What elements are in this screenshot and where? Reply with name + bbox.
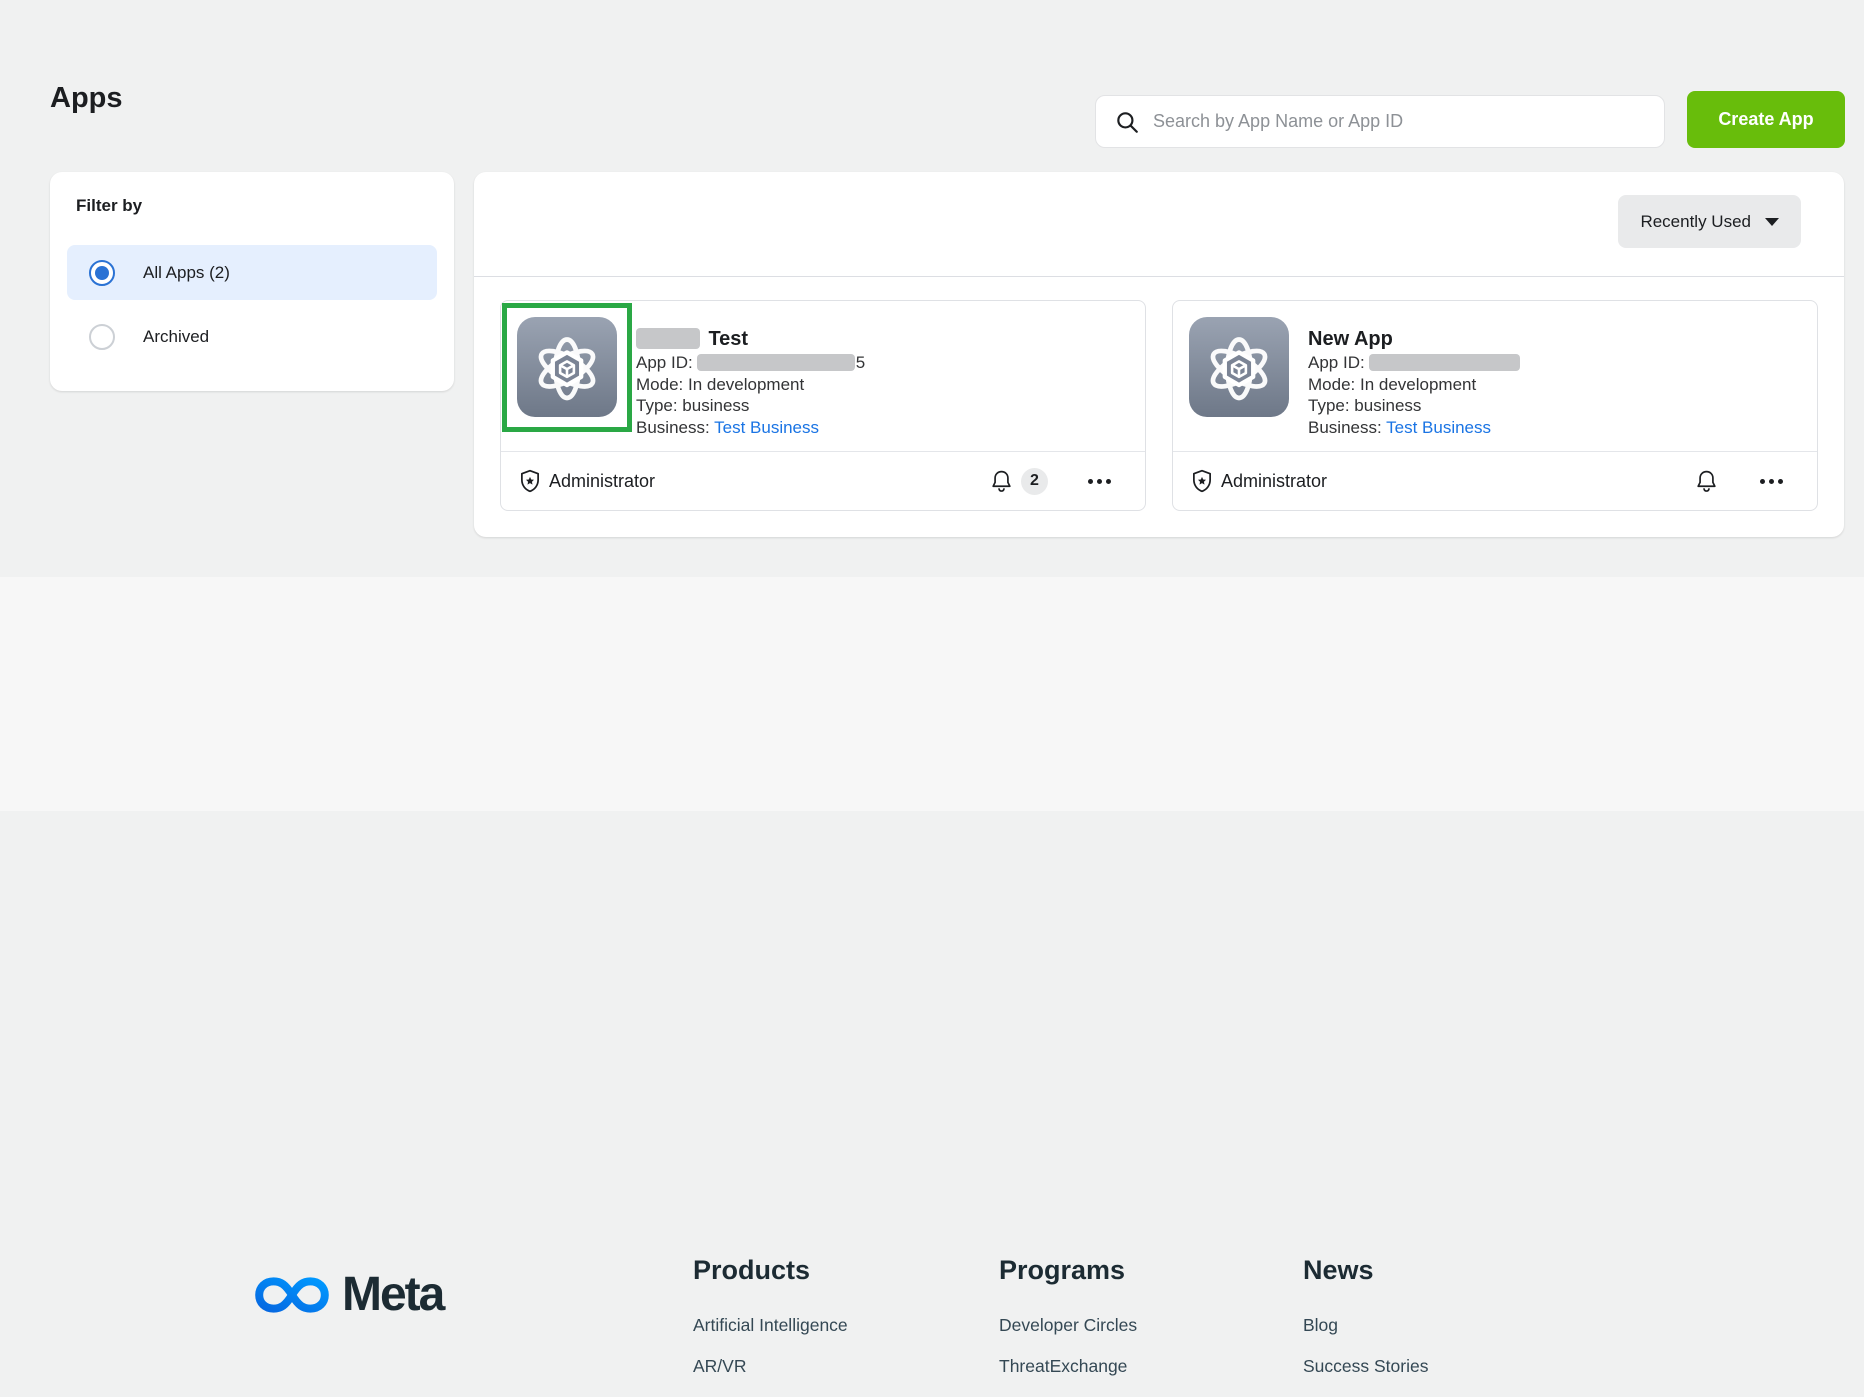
role-badge: Administrator — [517, 468, 655, 494]
app-type-line: Type: business — [636, 395, 865, 417]
app-name-text: Test — [708, 328, 748, 350]
apps-panel-header: Recently Used — [474, 172, 1844, 277]
notifications-button[interactable] — [1693, 468, 1720, 495]
role-badge: Administrator — [1189, 468, 1327, 494]
apps-list-panel: Recently Used — [474, 172, 1844, 537]
app-icon[interactable] — [1189, 317, 1289, 417]
footer-column-heading: Programs — [999, 1255, 1137, 1286]
app-mode-line: Mode: In development — [1308, 374, 1521, 396]
filter-option-all-apps[interactable]: All Apps (2) — [67, 245, 437, 300]
footer-column-programs: Programs Developer Circles ThreatExchang… — [999, 1255, 1137, 1397]
redacted-text — [697, 354, 855, 371]
redacted-text — [1369, 354, 1520, 371]
footer-column-news: News Blog Success Stories — [1303, 1255, 1428, 1397]
app-type-line: Type: business — [1308, 395, 1521, 417]
more-options-button[interactable] — [1082, 473, 1117, 490]
role-label: Administrator — [549, 471, 655, 492]
business-link[interactable]: Test Business — [714, 418, 819, 437]
app-card: CTest App ID:5 Mode: In development Type… — [500, 300, 1146, 511]
radio-selected-icon[interactable] — [89, 260, 115, 286]
redacted-text — [636, 328, 700, 349]
app-card-footer: Administrator 2 — [501, 451, 1145, 510]
chevron-down-icon — [1765, 218, 1779, 226]
app-name[interactable]: New App — [1308, 326, 1521, 352]
app-card-main: CTest App ID:5 Mode: In development Type… — [501, 301, 1145, 453]
site-footer: Meta Products Artificial Intelligence AR… — [0, 577, 1864, 811]
create-app-button[interactable]: Create App — [1687, 91, 1845, 148]
app-business-line: Business: Test Business — [636, 417, 865, 439]
sort-dropdown-label: Recently Used — [1640, 212, 1751, 232]
bell-icon — [988, 468, 1015, 495]
default-app-atom-icon — [517, 317, 617, 417]
app-search-box[interactable] — [1095, 95, 1665, 148]
shield-star-icon — [517, 468, 543, 494]
app-mode-line: Mode: In development — [636, 374, 865, 396]
app-card-text: New App App ID: Mode: In development Typ… — [1308, 326, 1521, 438]
footer-link[interactable]: Artificial Intelligence — [693, 1315, 848, 1336]
footer-column-heading: News — [1303, 1255, 1428, 1286]
app-card: New App App ID: Mode: In development Typ… — [1172, 300, 1818, 511]
role-label: Administrator — [1221, 471, 1327, 492]
ellipsis-icon — [1088, 479, 1093, 484]
filter-option-label: Archived — [143, 327, 209, 347]
filter-option-archived[interactable]: Archived — [67, 309, 437, 364]
default-app-atom-icon — [1189, 317, 1289, 417]
ellipsis-icon — [1760, 479, 1765, 484]
meta-logo[interactable]: Meta — [252, 1267, 443, 1322]
notification-count-badge: 2 — [1021, 468, 1048, 495]
notifications-button[interactable] — [988, 468, 1015, 495]
filter-option-label: All Apps (2) — [143, 263, 230, 283]
app-icon[interactable] — [517, 317, 617, 417]
radio-unselected-icon[interactable] — [89, 324, 115, 350]
footer-link[interactable]: Blog — [1303, 1315, 1428, 1336]
search-input[interactable] — [1153, 111, 1646, 132]
app-id-line: App ID: — [1308, 352, 1521, 374]
footer-link[interactable]: ThreatExchange — [999, 1356, 1137, 1377]
app-name[interactable]: CTest — [636, 326, 865, 352]
footer-column-products: Products Artificial Intelligence AR/VR — [693, 1255, 848, 1397]
app-card-main: New App App ID: Mode: In development Typ… — [1173, 301, 1817, 453]
bell-icon — [1693, 468, 1720, 495]
sort-dropdown[interactable]: Recently Used — [1618, 195, 1801, 248]
more-options-button[interactable] — [1754, 473, 1789, 490]
meta-logo-text: Meta — [342, 1267, 443, 1322]
shield-star-icon — [1189, 468, 1215, 494]
meta-infinity-icon — [252, 1269, 332, 1321]
footer-link[interactable]: Developer Circles — [999, 1315, 1137, 1336]
app-business-line: Business: Test Business — [1308, 417, 1521, 439]
app-id-line: App ID:5 — [636, 352, 865, 374]
footer-link[interactable]: Success Stories — [1303, 1356, 1428, 1377]
search-icon — [1114, 109, 1140, 135]
filter-panel: Filter by All Apps (2) Archived — [50, 172, 454, 391]
app-card-text: CTest App ID:5 Mode: In development Type… — [636, 326, 865, 438]
footer-column-heading: Products — [693, 1255, 848, 1286]
filter-panel-title: Filter by — [76, 196, 142, 216]
app-card-footer: Administrator — [1173, 451, 1817, 510]
business-link[interactable]: Test Business — [1386, 418, 1491, 437]
page-title: Apps — [50, 82, 123, 115]
footer-link[interactable]: AR/VR — [693, 1356, 848, 1377]
